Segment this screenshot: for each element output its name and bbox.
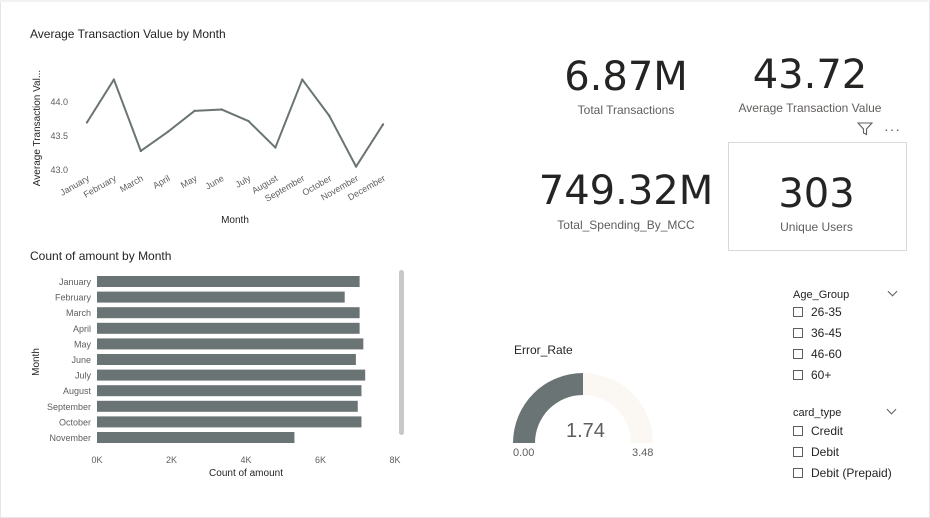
data-point	[85, 121, 89, 124]
total-transactions-value: 6.87M	[564, 54, 688, 100]
line-chart-title: Average Transaction Value by Month	[30, 27, 226, 41]
bar	[97, 291, 345, 303]
age-group-slicer-title: Age_Group	[793, 289, 850, 301]
card-type-option[interactable]: Debit (Prepaid)	[793, 466, 892, 480]
x-axis-title: Count of amount	[209, 468, 283, 479]
gauge-max-label: 3.48	[632, 447, 654, 459]
y-tick-label: January	[59, 277, 92, 287]
y-tick-label: September	[47, 402, 91, 412]
bar	[97, 322, 360, 334]
total-transactions-label: Total Transactions	[577, 103, 675, 117]
total-spending-label: Total_Spending_By_MCC	[557, 218, 695, 232]
checkbox[interactable]	[793, 447, 803, 457]
unique-users-value: 303	[778, 171, 855, 217]
x-tick-label: 6K	[315, 455, 326, 465]
data-point	[327, 114, 331, 117]
data-point	[112, 78, 116, 81]
data-point	[220, 108, 223, 111]
unique-users-label: Unique Users	[780, 220, 853, 234]
data-point	[381, 123, 385, 126]
y-tick-label: April	[73, 324, 91, 334]
bar	[97, 432, 295, 443]
bar	[97, 307, 360, 319]
data-point	[247, 119, 250, 123]
y-tick-label: June	[71, 355, 91, 365]
bar	[97, 369, 366, 381]
data-point	[139, 149, 143, 153]
y-axis-title: Average Transaction Val...	[32, 70, 43, 186]
bar	[97, 338, 364, 350]
option-label: 60+	[811, 368, 832, 382]
bar-chart-scrollbar[interactable]	[399, 270, 404, 435]
data-point	[166, 130, 169, 134]
x-tick-label: 8K	[389, 455, 400, 465]
x-tick-label: June	[204, 173, 226, 191]
bar	[97, 416, 362, 428]
x-tick-label: May	[179, 173, 199, 190]
x-tick-label: April	[151, 173, 172, 191]
y-tick-label: August	[63, 386, 92, 396]
checkbox[interactable]	[793, 349, 803, 359]
y-tick-label: October	[59, 417, 91, 427]
option-label: Debit (Prepaid)	[811, 466, 892, 480]
x-tick-label: March	[118, 173, 145, 194]
x-tick-label: 2K	[166, 455, 177, 465]
gauge-title: Error_Rate	[514, 343, 573, 357]
top-border	[0, 0, 930, 2]
bar	[97, 276, 360, 287]
option-label: 46-60	[811, 347, 842, 361]
bar	[97, 400, 358, 412]
data-point	[354, 165, 358, 168]
avg-transaction-value: 43.72	[752, 52, 868, 98]
gauge-min-label: 0.00	[513, 447, 535, 459]
filter-icon[interactable]	[856, 122, 874, 141]
x-axis-title: Month	[221, 215, 249, 226]
checkbox[interactable]	[793, 328, 803, 338]
checkbox[interactable]	[793, 370, 803, 380]
option-label: 26-35	[811, 305, 842, 319]
card-type-option[interactable]: Debit	[793, 445, 839, 459]
bar-chart[interactable]: January February March April May June July Augu…	[0, 262, 420, 487]
line-chart[interactable]: 44.043.543.0Average Transaction Val... Ja…	[0, 40, 420, 235]
y-tick-label: March	[66, 308, 91, 318]
card-type-option[interactable]: Credit	[793, 424, 843, 438]
total-spending-value: 749.32M	[538, 168, 714, 214]
y-tick-label: 43.5	[50, 131, 68, 141]
data-point	[274, 146, 277, 149]
option-label: Credit	[811, 424, 844, 438]
y-tick-label: February	[55, 293, 92, 303]
age-group-option[interactable]: 46-60	[793, 347, 842, 361]
y-tick-label: May	[74, 339, 92, 349]
card-type-slicer-title: card_type	[793, 407, 842, 419]
y-tick-label: November	[49, 433, 91, 443]
bar	[97, 385, 362, 397]
y-tick-label: 43.0	[50, 165, 68, 175]
age-group-option[interactable]: 36-45	[793, 326, 842, 340]
y-axis-title: Month	[31, 348, 42, 376]
option-label: Debit	[811, 445, 840, 459]
line-series	[86, 78, 384, 168]
checkbox[interactable]	[793, 307, 803, 317]
x-tick-label: 4K	[240, 455, 251, 465]
checkbox[interactable]	[793, 426, 803, 436]
data-point	[301, 78, 304, 81]
y-tick-label: 44.0	[50, 97, 68, 107]
gauge-value: 1.74	[566, 420, 605, 442]
age-group-option[interactable]: 60+	[793, 368, 831, 382]
avg-transaction-label: Average Transaction Value	[738, 101, 882, 115]
x-tick-label: 0K	[91, 455, 102, 465]
bar-chart-title: Count of amount by Month	[30, 249, 172, 263]
age-group-option[interactable]: 26-35	[793, 305, 842, 319]
checkbox[interactable]	[793, 468, 803, 478]
option-label: 36-45	[811, 326, 842, 340]
more-options-icon[interactable]: ···	[884, 121, 901, 137]
bar	[97, 354, 356, 365]
y-tick-label: July	[75, 371, 92, 381]
data-point	[193, 109, 196, 113]
